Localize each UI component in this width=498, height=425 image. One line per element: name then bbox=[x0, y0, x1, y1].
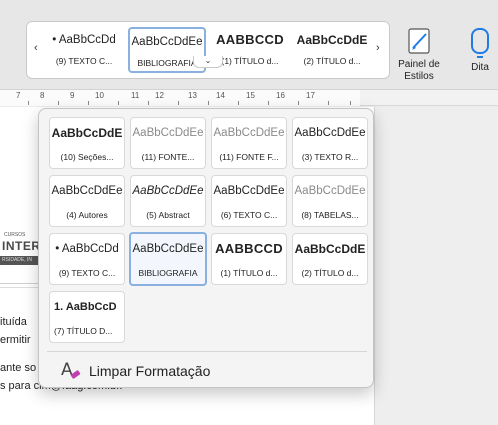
ruler-tick: 16 bbox=[276, 91, 285, 100]
styles-gallery: ‹ AaBbCcDd (9) TEXTO C... AaBbCcDdEe BIB… bbox=[26, 21, 390, 79]
style-card-bibliografia[interactable]: AaBbCcDdEe BIBLIOGRAFIA bbox=[129, 232, 207, 286]
style-label: (7) TÍTULO D... bbox=[54, 326, 113, 336]
style-card-titulo-2[interactable]: AaBbCcDdE (2) TÍTULO d... bbox=[292, 233, 368, 285]
style-card-texto-c6[interactable]: AaBbCcDdEe (6) TEXTO C... bbox=[211, 175, 287, 227]
style-label: (1) TÍTULO d... bbox=[220, 268, 278, 278]
document-text-line[interactable]: ante so bbox=[0, 362, 36, 374]
style-card-texto-r[interactable]: AaBbCcDdEe (3) TEXTO R... bbox=[292, 117, 368, 169]
document-text-line[interactable]: ermitir bbox=[0, 334, 31, 346]
dictate-label: Dita bbox=[471, 62, 489, 73]
style-preview: 1. AaBbCcD bbox=[54, 301, 117, 313]
document-text-line[interactable]: ituída bbox=[0, 316, 27, 328]
style-card-secoes[interactable]: AaBbCcDdE (10) Seções... bbox=[49, 117, 125, 169]
logo-caption: CURSOS bbox=[4, 232, 26, 238]
gallery-style-titulo-1[interactable]: AABBCCD (1) TÍTULO d... bbox=[211, 27, 289, 73]
style-card-titulo-7[interactable]: 1. AaBbCcD (7) TÍTULO D... bbox=[49, 291, 125, 343]
style-label: (10) Seções... bbox=[60, 152, 114, 162]
ruler-tick: 10 bbox=[95, 91, 104, 100]
style-card-tabelas[interactable]: AaBbCcDdEe (8) TABELAS... bbox=[292, 175, 368, 227]
style-label: (4) Autores bbox=[66, 210, 108, 220]
style-label: (2) TÍTULO d... bbox=[303, 56, 361, 66]
style-preview: AABBCCD bbox=[216, 32, 284, 47]
style-preview: AaBbCcDdEe bbox=[213, 185, 285, 197]
microphone-icon bbox=[471, 28, 489, 58]
style-preview: AaBbCcDdEe bbox=[213, 127, 285, 139]
style-preview: AABBCCD bbox=[215, 241, 283, 256]
logo-bar: RSIDADE, IN bbox=[0, 256, 40, 265]
styles-pane-button[interactable]: Painel de Estilos bbox=[394, 26, 444, 82]
style-preview: AaBbCcDdEe bbox=[132, 185, 204, 197]
ruler-tick: 12 bbox=[155, 91, 164, 100]
style-label: (11) FONTE F... bbox=[219, 152, 279, 162]
ruler-tick: 11 bbox=[131, 91, 140, 100]
style-label: BIBLIOGRAFIA bbox=[138, 268, 198, 278]
style-preview: AaBbCcDdE bbox=[296, 33, 368, 47]
styles-pane-icon bbox=[402, 26, 436, 58]
ruler-tick: 15 bbox=[246, 91, 255, 100]
styles-pane-label-1: Painel de bbox=[398, 59, 440, 70]
ruler-tick: 9 bbox=[70, 91, 75, 100]
style-preview: AaBbCcDdEe bbox=[294, 127, 366, 139]
style-preview: AaBbCcDdEe bbox=[131, 36, 203, 48]
ruler-tick: 7 bbox=[16, 91, 21, 100]
panel-divider bbox=[47, 351, 367, 352]
style-card-titulo-1[interactable]: AABBCCD (1) TÍTULO d... bbox=[211, 233, 287, 285]
clear-formatting-button[interactable]: A Limpar Formatação bbox=[61, 361, 210, 381]
styles-ribbon: ‹ AaBbCcDd (9) TEXTO C... AaBbCcDdEe BIB… bbox=[0, 0, 498, 90]
style-card-texto-c9[interactable]: AaBbCcDd (9) TEXTO C... bbox=[49, 233, 125, 285]
dictate-button[interactable]: Dita bbox=[462, 26, 498, 73]
style-card-fonte-f[interactable]: AaBbCcDdEe (11) FONTE F... bbox=[211, 117, 287, 169]
style-label: (8) TABELAS... bbox=[301, 210, 359, 220]
style-preview: AaBbCcDd bbox=[50, 234, 124, 264]
style-preview: AaBbCcDd bbox=[45, 27, 123, 53]
style-label: (9) TEXTO C... bbox=[58, 268, 116, 278]
style-label: (6) TEXTO C... bbox=[220, 210, 278, 220]
styles-pane-label-2: Estilos bbox=[404, 71, 434, 82]
gallery-style-texto-c[interactable]: AaBbCcDd (9) TEXTO C... bbox=[45, 27, 123, 73]
horizontal-ruler[interactable]: 7 8 9 10 11 12 13 14 15 16 17 bbox=[0, 90, 498, 106]
style-preview: AaBbCcDdE bbox=[51, 126, 123, 140]
clear-formatting-label: Limpar Formatação bbox=[89, 363, 211, 379]
ruler-tick: 14 bbox=[216, 91, 225, 100]
style-label: (2) TÍTULO d... bbox=[301, 268, 359, 278]
ruler-tick: 8 bbox=[40, 91, 45, 100]
style-card-autores[interactable]: AaBbCcDdEe (4) Autores bbox=[49, 175, 125, 227]
style-preview: AaBbCcDdE bbox=[294, 242, 366, 256]
style-preview: AaBbCcDdEe bbox=[51, 185, 123, 197]
style-preview: AaBbCcDdEe bbox=[294, 185, 366, 197]
clear-formatting-icon: A bbox=[61, 361, 83, 381]
style-preview: AaBbCcDdEe bbox=[132, 127, 204, 139]
style-label: (11) FONTE... bbox=[141, 152, 195, 162]
gallery-next-button[interactable]: › bbox=[376, 42, 380, 54]
ruler-tick: 13 bbox=[188, 91, 197, 100]
style-preview: AaBbCcDdEe bbox=[132, 243, 204, 255]
style-label: (9) TEXTO C... bbox=[55, 56, 113, 66]
style-card-fonte[interactable]: AaBbCcDdEe (11) FONTE... bbox=[130, 117, 206, 169]
gallery-style-titulo-2[interactable]: AaBbCcDdE (2) TÍTULO d... bbox=[293, 27, 371, 73]
ruler-tick: 17 bbox=[306, 91, 315, 100]
gallery-prev-button[interactable]: ‹ bbox=[34, 42, 38, 54]
style-card-abstract[interactable]: AaBbCcDdEe (5) Abstract bbox=[130, 175, 206, 227]
style-label: (5) Abstract bbox=[146, 210, 190, 220]
document-margin-area bbox=[374, 107, 498, 425]
styles-dropdown-panel: AaBbCcDdE (10) Seções... AaBbCcDdEe (11)… bbox=[38, 108, 374, 388]
gallery-expand-button[interactable]: ⌄ bbox=[193, 56, 223, 68]
style-label: (3) TEXTO R... bbox=[301, 152, 359, 162]
